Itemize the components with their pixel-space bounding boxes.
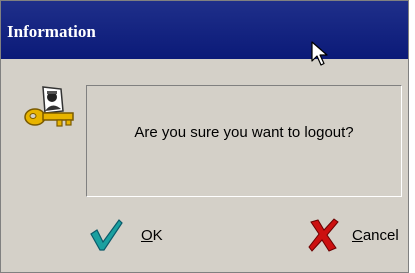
title-bar[interactable]: Information [1,1,408,59]
message-text: Are you sure you want to logout? [134,124,354,141]
cancel-button[interactable]: Cancel [306,213,406,257]
mouse-pointer-icon [311,41,328,66]
checkmark-icon [90,219,123,251]
ok-button[interactable]: OK [89,213,209,257]
ok-button-label: OK [141,227,163,244]
information-dialog: Information Are you sure you want to log… [0,0,409,273]
dialog-title: Information [7,22,96,41]
cancel-mnemonic: C [352,226,363,244]
red-x-icon [308,218,339,252]
cancel-label-rest: ancel [362,226,399,244]
key-person-icon [24,86,74,127]
ok-mnemonic: O [141,226,153,244]
message-panel: Are you sure you want to logout? [86,85,402,197]
ok-label-rest: K [152,226,163,244]
cancel-button-label: Cancel [352,227,399,244]
